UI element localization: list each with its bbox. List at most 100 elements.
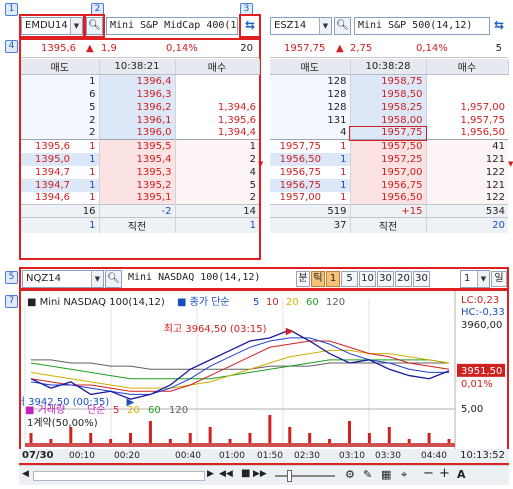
- play-icon[interactable]: ◀◀: [219, 469, 233, 479]
- chevron-down-icon[interactable]: ▼: [319, 18, 331, 34]
- zoom-thumb[interactable]: [287, 470, 292, 482]
- trade-qty: 1: [73, 178, 99, 192]
- bid-price[interactable]: 1957,00: [349, 165, 427, 179]
- bid-price[interactable]: 1956,50: [349, 191, 427, 205]
- stop-icon[interactable]: ■: [241, 468, 250, 479]
- trade-price: 1956,75: [270, 178, 324, 192]
- bid-price[interactable]: 1395,2: [98, 178, 176, 192]
- chevron-down-icon[interactable]: ▼: [70, 18, 82, 34]
- time-tick: 04:40: [421, 451, 447, 461]
- chevron-down-icon[interactable]: ▼: [477, 271, 489, 287]
- left-resize-handle[interactable]: ▼: [258, 160, 263, 168]
- right-prev-label: 직전: [349, 217, 427, 233]
- chart-scroll-toolbar[interactable]: ◀ ▶ ◀◀ ■ ▶▶ ⚙ ✎ ▦ ⌖ − + A: [19, 465, 509, 485]
- ask-price[interactable]: 1958,50: [349, 87, 427, 101]
- chart-count-combo[interactable]: 1 ▼: [460, 270, 490, 288]
- ask-price[interactable]: 1396,2: [98, 100, 176, 114]
- ask-price[interactable]: 1958,75: [349, 74, 427, 88]
- search-icon: 🔍︎: [336, 20, 349, 31]
- time-tick: 00:20: [114, 451, 140, 461]
- bid-qty: 122: [426, 165, 508, 179]
- ask-price[interactable]: 1958,25: [349, 100, 427, 114]
- period-button[interactable]: 30: [377, 271, 394, 287]
- bid-qty: 122: [426, 191, 508, 205]
- time-tick: 01:00: [219, 451, 245, 461]
- right-code-combo[interactable]: ESZ14 ▼: [270, 17, 332, 35]
- ask-qty: 6: [21, 87, 99, 101]
- ask-row: 128 1958,75: [270, 74, 508, 88]
- recent-trade: [175, 88, 259, 101]
- right-pct: 0,14%: [416, 43, 448, 54]
- right-ask-header: 매도: [270, 59, 351, 75]
- right-total-bid: 534: [426, 204, 508, 218]
- trade-price: 1394,7: [35, 166, 70, 178]
- text-icon[interactable]: A: [457, 468, 466, 481]
- ask-row: 2 1396,1 1,395,6: [21, 113, 259, 127]
- trade-qty: 1: [89, 192, 96, 204]
- forward-icon[interactable]: ▶▶: [253, 469, 267, 479]
- left-orderbook: 매도 10:38:21 매수 1 1396,4 6 1396,3 5 1396,2 1,39…: [21, 59, 260, 233]
- period-button[interactable]: 틱: [311, 271, 325, 287]
- right-swap-button[interactable]: ⇆: [491, 17, 507, 35]
- zoom-slider[interactable]: [275, 475, 335, 477]
- lc-label: LC:0,23: [461, 295, 499, 306]
- chevron-down-icon[interactable]: ▼: [91, 271, 103, 287]
- bid-row: 1395,0 1 1395,4 2: [21, 152, 259, 166]
- period-button[interactable]: 1: [326, 271, 340, 287]
- period-button[interactable]: 10: [359, 271, 376, 287]
- chart-search-button[interactable]: 🔍︎: [105, 270, 122, 288]
- left-swap-button[interactable]: ⇆: [242, 17, 258, 35]
- bid-price[interactable]: 1957,50: [349, 139, 427, 153]
- chart-time-axis: 07/30 10:13:52 00:10 00:20 00:40 01:00 01:50…: [19, 449, 509, 463]
- ask-qty: 128: [270, 74, 350, 88]
- right-total-ask: 519: [270, 204, 350, 218]
- chart-code-combo[interactable]: NQZ14 ▼: [22, 270, 104, 288]
- left-search-button[interactable]: 🔍︎: [86, 17, 103, 35]
- period-button[interactable]: 분: [296, 271, 310, 287]
- trade-qty: 1: [340, 166, 347, 178]
- chart-area[interactable]: ■ Mini NASDAQ 100(14,12) ■ 종가 단순 5 10 20 60 12…: [19, 289, 509, 465]
- period-button[interactable]: 5: [341, 271, 358, 287]
- bid-price[interactable]: 1395,3: [98, 165, 176, 179]
- bid-price[interactable]: 1395,4: [98, 152, 176, 166]
- scroll-track[interactable]: [33, 471, 205, 481]
- bid-price[interactable]: 1956,75: [349, 178, 427, 192]
- crosshair-icon[interactable]: ⌖: [401, 468, 407, 482]
- tools-icon[interactable]: ✎: [363, 468, 372, 481]
- volume-legend: ■ 거래량: [25, 404, 65, 416]
- ask-price[interactable]: 1396,0: [98, 126, 176, 140]
- period-button[interactable]: 20: [395, 271, 412, 287]
- series-line-ma10: [30, 340, 450, 392]
- volume-bar: [347, 421, 351, 445]
- scroll-left-icon[interactable]: ◀: [22, 469, 29, 479]
- right-search-button[interactable]: 🔍︎: [334, 17, 351, 35]
- bid-qty: 5: [175, 178, 259, 192]
- grid-icon[interactable]: ▦: [381, 468, 391, 481]
- badge-7: 7: [5, 295, 18, 308]
- right-resize-handle[interactable]: ▼: [508, 160, 513, 168]
- right-price: 1957,75: [284, 43, 326, 54]
- price-chart[interactable]: ■ Mini NASDAQ 100(14,12) ■ 종가 단순 5 10 20 60 12…: [21, 291, 507, 449]
- scroll-right-icon[interactable]: ▶: [207, 469, 214, 479]
- ask-price[interactable]: 1396,1: [98, 113, 176, 127]
- ask-price[interactable]: 1957,75: [349, 125, 427, 141]
- volume-ma-period: 20: [127, 405, 140, 416]
- settings-icon[interactable]: ⚙: [345, 468, 355, 481]
- chart-unit-button[interactable]: 일: [491, 271, 507, 287]
- period-button[interactable]: 30: [413, 271, 430, 287]
- bid-price[interactable]: 1957,25: [349, 152, 427, 166]
- up-arrow-icon: ▲: [86, 43, 94, 54]
- recent-trade: 1,957,75: [460, 114, 505, 126]
- ask-price[interactable]: 1958,00: [349, 113, 427, 127]
- ask-qty: 128: [270, 87, 350, 101]
- left-bid-header: 매수: [175, 59, 260, 75]
- bid-price[interactable]: 1395,5: [98, 139, 176, 153]
- ask-qty: 2: [21, 126, 99, 140]
- ask-price[interactable]: 1396,3: [98, 87, 176, 101]
- bid-price[interactable]: 1395,1: [98, 191, 176, 205]
- bid-qty: 2: [175, 152, 259, 166]
- ask-price[interactable]: 1396,4: [98, 74, 176, 88]
- zoom-in-icon[interactable]: +: [439, 466, 450, 481]
- left-code-combo[interactable]: EMDU14 ▼: [21, 17, 83, 35]
- zoom-out-icon[interactable]: −: [423, 466, 434, 481]
